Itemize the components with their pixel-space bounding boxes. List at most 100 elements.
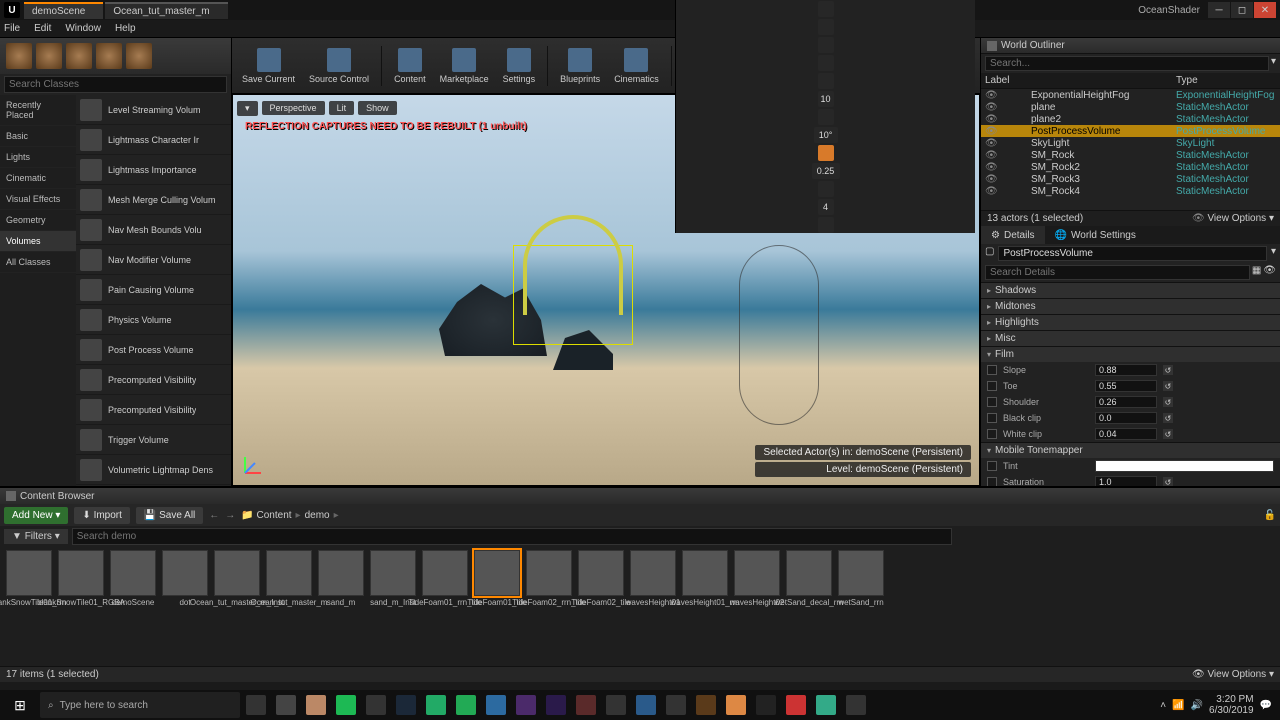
category-basic[interactable]: Basic: [0, 126, 76, 147]
taskbar-app-icon[interactable]: [452, 691, 480, 719]
level-tab[interactable]: demoScene: [24, 2, 103, 19]
override-slope-checkbox[interactable]: [987, 365, 997, 375]
reset-icon[interactable]: ↺: [1163, 413, 1173, 423]
place-actor-item[interactable]: Pain Causing Volume: [76, 275, 231, 305]
asset-item[interactable]: Ocean_tut_master_m: [264, 550, 314, 662]
search-classes-input[interactable]: [4, 76, 227, 93]
place-mode-icon[interactable]: [6, 43, 32, 69]
override-blackclip-checkbox[interactable]: [987, 413, 997, 423]
tint-swatch[interactable]: [1095, 460, 1274, 472]
cat-mobile-tonemapper[interactable]: Mobile Tonemapper: [981, 442, 1280, 458]
place-actor-item[interactable]: Lightmass Importance: [76, 155, 231, 185]
details-search-input[interactable]: [985, 265, 1250, 280]
category-geometry[interactable]: Geometry: [0, 210, 76, 231]
taskbar-app-icon[interactable]: [512, 691, 540, 719]
reset-icon[interactable]: ↺: [1163, 381, 1173, 391]
details-view-icon[interactable]: 👁: [1263, 265, 1276, 280]
import-button[interactable]: ⬇ Import: [74, 507, 130, 524]
outliner-row[interactable]: 👁planeStaticMeshActor: [981, 101, 1280, 113]
taskbar-app-icon[interactable]: [362, 691, 390, 719]
place-actor-item[interactable]: Precomputed Visibility: [76, 395, 231, 425]
category-visual-effects[interactable]: Visual Effects: [0, 189, 76, 210]
override-saturation-checkbox[interactable]: [987, 477, 997, 486]
breadcrumb[interactable]: 📁 Content▸demo▸: [241, 510, 342, 521]
outliner-search-options-icon[interactable]: ▾: [1271, 56, 1276, 71]
category-recently-placed[interactable]: Recently Placed: [0, 95, 76, 126]
close-button[interactable]: ✕: [1254, 2, 1276, 18]
taskbar-app-icon[interactable]: [482, 691, 510, 719]
source-control-button[interactable]: Source Control: [305, 46, 373, 86]
tab-world-settings[interactable]: 🌐World Settings: [1045, 226, 1146, 244]
taskbar-app-icon[interactable]: [812, 691, 840, 719]
viewport-perspective-button[interactable]: Perspective: [262, 101, 325, 115]
visibility-icon[interactable]: 👁: [985, 186, 995, 197]
taskbar-app-icon[interactable]: [272, 691, 300, 719]
tab-details[interactable]: ⚙Details: [981, 226, 1045, 244]
scale-gizmo-icon[interactable]: [818, 19, 834, 35]
viewport-lit-button[interactable]: Lit: [329, 101, 355, 115]
visibility-icon[interactable]: 👁: [985, 150, 995, 161]
nav-fwd-icon[interactable]: →: [225, 510, 235, 521]
landscape-mode-icon[interactable]: [66, 43, 92, 69]
camera-speed-icon[interactable]: [818, 181, 834, 197]
angle-snap-icon[interactable]: [818, 109, 834, 125]
place-actor-item[interactable]: Nav Mesh Bounds Volu: [76, 215, 231, 245]
place-actor-item[interactable]: Precomputed Visibility: [76, 365, 231, 395]
shoulder-input[interactable]: 0.26: [1095, 396, 1157, 408]
override-whiteclip-checkbox[interactable]: [987, 429, 997, 439]
angle-snap-value[interactable]: 10°: [814, 127, 838, 143]
outliner-row[interactable]: 👁SkyLightSkyLight: [981, 137, 1280, 149]
blueprints-button[interactable]: Blueprints: [556, 46, 604, 86]
outliner-view-options[interactable]: 👁 View Options ▾: [1192, 213, 1274, 224]
start-button[interactable]: ⊞: [2, 691, 38, 719]
menu-help[interactable]: Help: [115, 23, 136, 34]
menu-window[interactable]: Window: [65, 23, 101, 34]
place-actor-item[interactable]: Volumetric Lightmap Dens: [76, 455, 231, 485]
grid-snap-value[interactable]: 10: [818, 91, 834, 107]
world-local-icon[interactable]: [818, 37, 834, 53]
outliner-row[interactable]: 👁SM_Rock3StaticMeshActor: [981, 173, 1280, 185]
viewport-show-button[interactable]: Show: [358, 101, 397, 115]
place-actor-item[interactable]: Post Process Volume: [76, 335, 231, 365]
menu-file[interactable]: File: [4, 23, 20, 34]
menu-edit[interactable]: Edit: [34, 23, 51, 34]
scale-snap-icon[interactable]: [818, 145, 834, 161]
property-matrix-icon[interactable]: ▦: [1252, 265, 1261, 280]
taskbar-app-icon[interactable]: [332, 691, 360, 719]
visibility-icon[interactable]: 👁: [985, 174, 995, 185]
material-tab[interactable]: Ocean_tut_master_m: [105, 2, 227, 19]
cinematics-button[interactable]: Cinematics: [610, 46, 663, 86]
visibility-icon[interactable]: 👁: [985, 102, 995, 113]
override-tint-checkbox[interactable]: [987, 461, 997, 471]
taskbar-app-icon[interactable]: [602, 691, 630, 719]
viewport-maximize-icon[interactable]: [818, 217, 834, 233]
asset-item[interactable]: wetSand_rrn: [836, 550, 886, 662]
taskbar-app-icon[interactable]: [662, 691, 690, 719]
override-toe-checkbox[interactable]: [987, 381, 997, 391]
task-view-icon[interactable]: [242, 691, 270, 719]
reset-icon[interactable]: ↺: [1163, 365, 1173, 375]
taskbar-app-icon[interactable]: [722, 691, 750, 719]
taskbar-search[interactable]: ⌕Type here to search: [40, 692, 240, 718]
rotate-gizmo[interactable]: [503, 215, 643, 345]
category-all-classes[interactable]: All Classes: [0, 252, 76, 273]
content-button[interactable]: Content: [390, 46, 430, 86]
maximize-button[interactable]: ◻: [1231, 2, 1253, 18]
outliner-row[interactable]: 👁plane2StaticMeshActor: [981, 113, 1280, 125]
rotate-gizmo-icon[interactable]: [818, 1, 834, 17]
outliner-row[interactable]: 👁SM_Rock4StaticMeshActor: [981, 185, 1280, 197]
taskbar-app-icon[interactable]: [752, 691, 780, 719]
taskbar-app-icon[interactable]: [422, 691, 450, 719]
tray-notification-icon[interactable]: 💬: [1260, 700, 1272, 711]
visibility-icon[interactable]: 👁: [985, 90, 995, 101]
reset-icon[interactable]: ↺: [1163, 397, 1173, 407]
blackclip-input[interactable]: 0.0: [1095, 412, 1157, 424]
tray-volume-icon[interactable]: 🔊: [1191, 700, 1203, 711]
content-view-options[interactable]: 👁 View Options ▾: [1192, 669, 1274, 680]
outliner-col-label[interactable]: Label: [985, 75, 1176, 86]
settings-button[interactable]: Settings: [499, 46, 540, 86]
outliner-row[interactable]: 👁SM_Rock2StaticMeshActor: [981, 161, 1280, 173]
content-search-input[interactable]: [72, 528, 952, 545]
toe-input[interactable]: 0.55: [1095, 380, 1157, 392]
taskbar-app-icon[interactable]: [542, 691, 570, 719]
